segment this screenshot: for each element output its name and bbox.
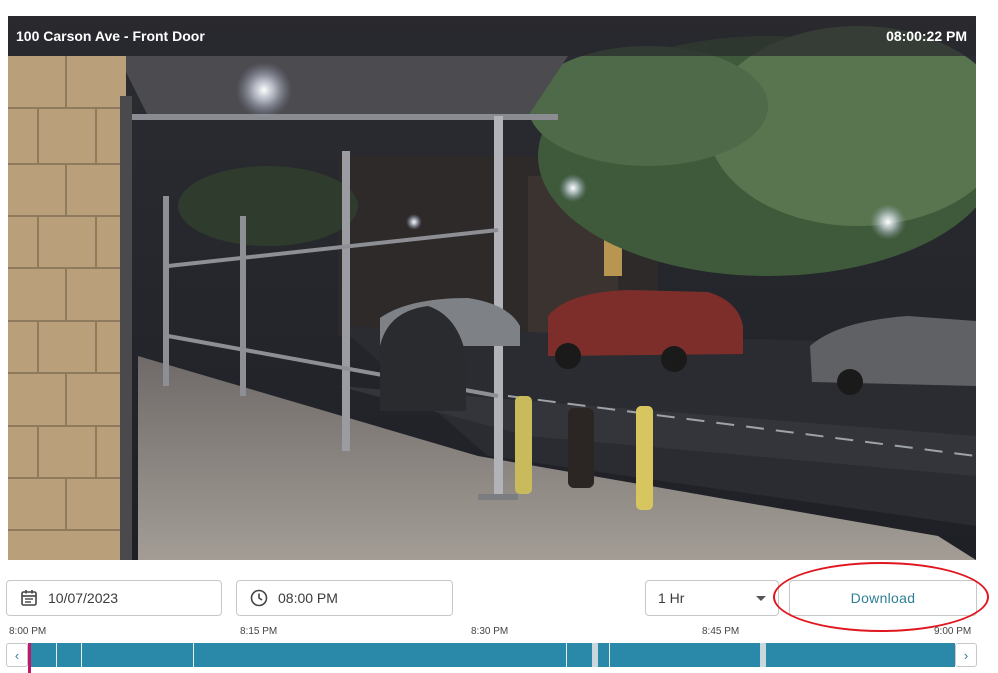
segment-gap — [193, 643, 194, 667]
timeline-track[interactable] — [28, 643, 955, 667]
chevron-down-icon — [756, 595, 766, 601]
timeline-prev-button[interactable]: ‹ — [6, 643, 28, 667]
time-value: 08:00 PM — [278, 590, 338, 606]
segment-gap — [760, 643, 766, 667]
camera-name: 100 Carson Ave - Front Door — [16, 28, 205, 44]
time-picker[interactable]: 08:00 PM — [236, 580, 453, 616]
tick-label-8-15: 8:15 PM — [240, 626, 278, 637]
segment-gap — [81, 643, 82, 667]
tick-label-8-30: 8:30 PM — [471, 626, 509, 637]
duration-value: 1 Hr — [658, 590, 685, 606]
duration-select[interactable]: 1 Hr — [645, 580, 779, 616]
segment-gap — [566, 643, 567, 667]
tick-label-8-00: 8:00 PM — [9, 626, 47, 637]
recording-timeline[interactable]: ‹ › — [6, 643, 977, 667]
tick-label-8-45: 8:45 PM — [702, 626, 740, 637]
download-button[interactable]: Download — [789, 580, 977, 616]
tick-label-9-00: 9:00 PM — [934, 626, 972, 637]
segment-gap — [592, 643, 598, 667]
video-header-bar: 100 Carson Ave - Front Door 08:00:22 PM — [8, 16, 976, 56]
segment-gap — [56, 643, 57, 667]
segment-gap — [609, 643, 610, 667]
camera-video-feed[interactable]: 100 Carson Ave - Front Door 08:00:22 PM — [8, 16, 976, 560]
video-timestamp: 08:00:22 PM — [886, 28, 967, 44]
calendar-icon — [21, 590, 37, 606]
timeline-next-button[interactable]: › — [955, 643, 977, 667]
timeline-playhead[interactable] — [28, 643, 31, 673]
night-street-scene — [8, 16, 976, 560]
date-picker[interactable]: 10/07/2023 — [6, 580, 222, 616]
clock-icon — [250, 589, 268, 607]
date-value: 10/07/2023 — [48, 590, 119, 606]
